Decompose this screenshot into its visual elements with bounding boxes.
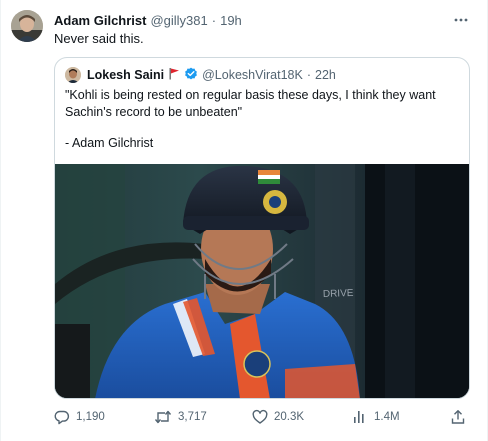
tweet-actions: 1,190 3,717 20.3K 1.4M [54,406,474,428]
repost-button[interactable]: 3,717 [154,406,207,428]
author-handle[interactable]: @gilly381 [150,13,207,28]
reply-icon [54,409,70,425]
quote-header-separator: · [306,68,311,82]
repost-count: 3,717 [178,411,207,423]
reply-button[interactable]: 1,190 [54,406,105,428]
share-button[interactable] [450,406,466,428]
tweet-time[interactable]: 19h [220,13,242,28]
quote-signature: - Adam Gilchrist [65,136,154,150]
tweet-card[interactable]: Adam Gilchrist @gilly381 · 19h Never sai… [0,0,488,441]
quote-author-avatar[interactable] [65,67,81,83]
more-options-icon[interactable] [451,10,471,30]
author-avatar[interactable] [11,10,43,42]
views-button[interactable]: 1.4M [352,406,400,428]
repost-icon [154,409,172,425]
like-button[interactable]: 20.3K [252,406,304,428]
quote-author-handle[interactable]: @LokeshVirat18K [202,68,303,82]
heart-icon [252,409,268,425]
like-count: 20.3K [274,411,305,423]
red-flag-icon [168,67,180,83]
share-icon [450,409,466,425]
views-chart-icon [352,409,368,425]
quote-header: Lokesh Saini @LokeshVirat18K · 22h [65,66,336,84]
quote-text: "Kohli is being rested on regular basis … [65,87,461,120]
media-overlay-text: DRIVE [323,288,354,300]
author-name[interactable]: Adam Gilchrist [54,13,146,28]
quote-time[interactable]: 22h [315,68,336,82]
quote-media-image[interactable]: DRIVE [55,164,469,398]
tweet-text: Never said this. [54,31,144,46]
quoted-tweet[interactable]: Lokesh Saini @LokeshVirat18K · 22h "Kohl… [54,57,470,399]
verified-badge-icon [184,67,198,84]
quote-author-name[interactable]: Lokesh Saini [87,68,164,82]
tweet-header: Adam Gilchrist @gilly381 · 19h [54,11,242,29]
header-separator: · [211,12,217,28]
views-count: 1.4M [374,411,400,423]
quote-body: "Kohli is being rested on regular basis … [65,88,436,119]
reply-count: 1,190 [76,411,105,423]
